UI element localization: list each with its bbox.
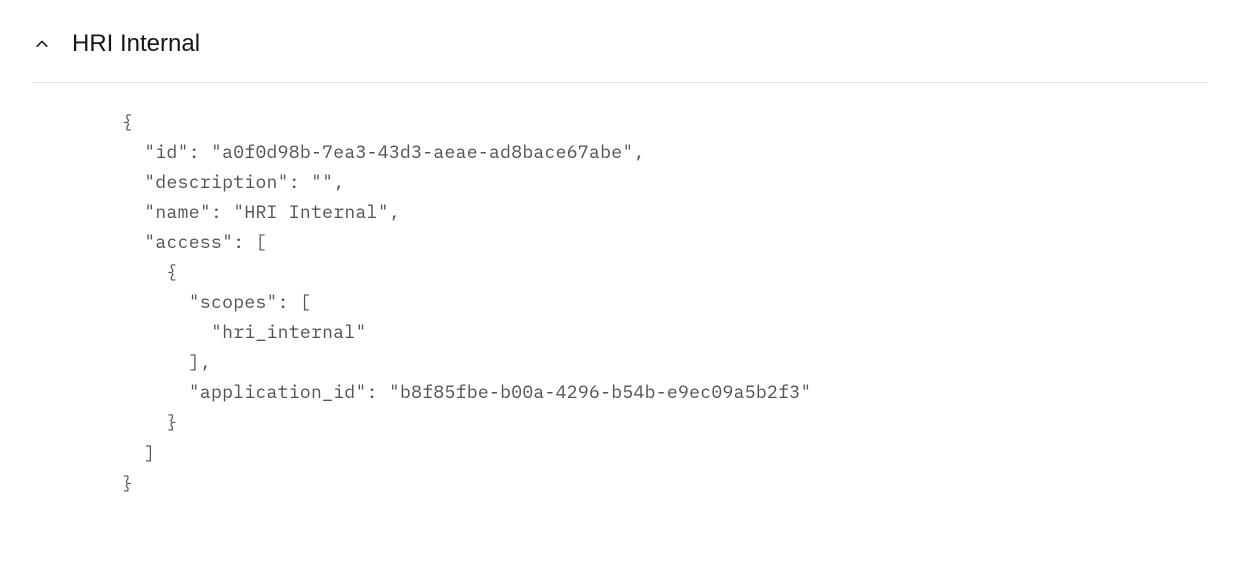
chevron-up-icon: [34, 36, 50, 52]
panel-title: HRI Internal: [72, 30, 200, 58]
accordion-header[interactable]: HRI Internal: [32, 30, 1208, 82]
code-block: { "id": "a0f0d98b-7ea3-43d3-aeae-ad8bace…: [32, 83, 1208, 498]
